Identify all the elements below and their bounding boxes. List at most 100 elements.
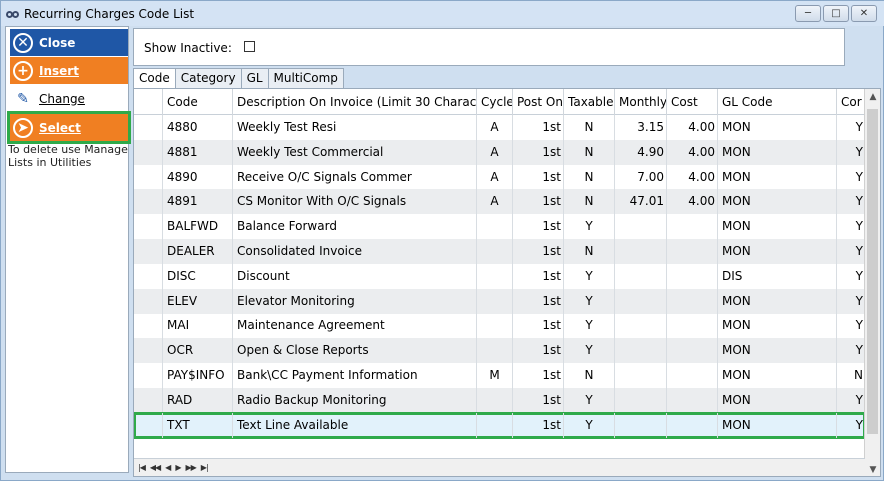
cost-cell xyxy=(666,313,717,339)
code-cell: DEALER xyxy=(162,239,232,264)
scroll-down-icon[interactable]: ▼ xyxy=(865,462,880,476)
table-row[interactable]: OCR Open & Close Reports 1st Y MON Y xyxy=(134,338,865,364)
grid-header: Code Description On Invoice (Limit 30 Ch… xyxy=(134,89,865,115)
column-header-gl-code[interactable]: GL Code xyxy=(717,89,836,115)
column-header-cor[interactable]: Cor xyxy=(836,89,865,115)
table-row[interactable]: DISC Discount 1st Y DIS Y xyxy=(134,263,865,289)
column-header-taxable[interactable]: Taxable xyxy=(563,89,614,115)
vertical-scrollbar[interactable]: ▲ ▼ xyxy=(864,89,880,476)
monthly-cell xyxy=(614,338,666,364)
description-cell: Bank\CC Payment Information xyxy=(232,363,476,388)
monthly-cell: 7.00 xyxy=(614,164,666,190)
next-record-icon[interactable]: ▶ xyxy=(175,463,181,472)
cost-cell xyxy=(666,239,717,264)
tab-multicomp[interactable]: MultiComp xyxy=(267,68,344,88)
column-header-cost[interactable]: Cost xyxy=(666,89,717,115)
gl-code-cell: MON xyxy=(717,313,836,339)
tab-category[interactable]: Category xyxy=(174,68,242,88)
prev-record-icon[interactable]: ◀ xyxy=(165,463,171,472)
post-on-cell: 1st xyxy=(512,189,563,215)
column-header-code[interactable]: Code xyxy=(162,89,232,115)
change-button[interactable]: ✎ Change xyxy=(10,85,128,112)
gl-code-cell: MON xyxy=(717,139,836,165)
gl-code-cell: DIS xyxy=(717,263,836,289)
codes-grid: Code Description On Invoice (Limit 30 Ch… xyxy=(133,88,881,477)
monthly-cell xyxy=(614,263,666,289)
post-on-cell: 1st xyxy=(512,214,563,240)
table-row[interactable]: BALFWD Balance Forward 1st Y MON Y xyxy=(134,214,865,240)
prev-page-icon[interactable]: ◀◀ xyxy=(150,463,161,472)
post-on-cell: 1st xyxy=(512,338,563,364)
minimize-button[interactable]: ─ xyxy=(795,5,821,22)
description-cell: Maintenance Agreement xyxy=(232,313,476,339)
monthly-cell: 47.01 xyxy=(614,189,666,215)
first-record-icon[interactable]: |◀ xyxy=(138,463,146,472)
table-row[interactable]: MAI Maintenance Agreement 1st Y MON Y xyxy=(134,313,865,339)
maximize-button[interactable]: □ xyxy=(823,5,849,22)
cor-cell: Y xyxy=(836,313,865,339)
table-row[interactable]: PAY$INFO Bank\CC Payment Information M 1st N… xyxy=(134,363,865,388)
plus-icon: + xyxy=(13,60,33,81)
taxable-cell: N xyxy=(563,189,614,215)
table-row[interactable]: 4890 Receive O/C Signals Commer A 1st N 7.00 4… xyxy=(134,164,865,190)
main-panel: Show Inactive: Code Category GL MultiCom… xyxy=(133,26,881,477)
cycle-cell: A xyxy=(476,164,512,190)
description-cell: Elevator Monitoring xyxy=(232,288,476,314)
tab-gl[interactable]: GL xyxy=(240,68,269,88)
cycle-cell: A xyxy=(476,139,512,165)
cor-cell: Y xyxy=(836,115,865,140)
code-cell: DISC xyxy=(162,263,232,289)
description-cell: Radio Backup Monitoring xyxy=(232,387,476,413)
code-cell: 4880 xyxy=(162,115,232,140)
table-row[interactable]: ELEV Elevator Monitoring 1st Y MON Y xyxy=(134,288,865,314)
cycle-cell xyxy=(476,263,512,289)
post-on-cell: 1st xyxy=(512,115,563,140)
last-record-icon[interactable]: ▶| xyxy=(201,463,209,472)
taxable-cell: Y xyxy=(563,338,614,364)
code-cell: BALFWD xyxy=(162,214,232,240)
taxable-cell: Y xyxy=(563,263,614,289)
table-row[interactable]: 4880 Weekly Test Resi A 1st N 3.15 4.00 MON Y xyxy=(134,115,865,140)
table-row[interactable]: 4891 CS Monitor With O/C Signals A 1st N 47.0… xyxy=(134,189,865,215)
tab-strip: Code Category GL MultiComp xyxy=(133,68,344,89)
close-window-button[interactable]: ✕ xyxy=(851,5,877,22)
column-header-post-on[interactable]: Post On xyxy=(512,89,563,115)
column-header-cycle[interactable]: Cycle xyxy=(476,89,512,115)
cycle-cell xyxy=(476,387,512,413)
table-row[interactable]: 4881 Weekly Test Commercial A 1st N 4.90 4.00 M… xyxy=(134,139,865,165)
cor-cell: N xyxy=(836,363,865,388)
select-button[interactable]: ➤ Select xyxy=(7,111,131,144)
post-on-cell: 1st xyxy=(512,387,563,413)
cor-cell: Y xyxy=(836,189,865,215)
post-on-cell: 1st xyxy=(512,313,563,339)
code-cell: TXT xyxy=(162,412,232,438)
monthly-cell: 3.15 xyxy=(614,115,666,140)
scroll-thumb[interactable] xyxy=(867,109,878,434)
table-row[interactable]: TXT Text Line Available 1st Y MON Y xyxy=(134,411,866,439)
code-cell: 4881 xyxy=(162,139,232,165)
cycle-cell: A xyxy=(476,115,512,140)
tab-code[interactable]: Code xyxy=(133,68,176,89)
taxable-cell: Y xyxy=(563,313,614,339)
taxable-cell: N xyxy=(563,164,614,190)
cycle-cell xyxy=(476,239,512,264)
taxable-cell: Y xyxy=(563,214,614,240)
show-inactive-checkbox[interactable] xyxy=(244,41,255,52)
column-header-description[interactable]: Description On Invoice (Limit 30 Charact… xyxy=(232,89,476,115)
scroll-up-icon[interactable]: ▲ xyxy=(865,89,880,105)
next-page-icon[interactable]: ▶▶ xyxy=(185,463,196,472)
insert-button[interactable]: + Insert xyxy=(10,57,128,84)
taxable-cell: Y xyxy=(563,288,614,314)
table-row[interactable]: DEALER Consolidated Invoice 1st N MON Y xyxy=(134,239,865,264)
table-row[interactable]: RAD Radio Backup Monitoring 1st Y MON Y xyxy=(134,387,865,413)
app-icon xyxy=(6,8,20,20)
code-cell: 4890 xyxy=(162,164,232,190)
description-cell: Weekly Test Commercial xyxy=(232,139,476,165)
taxable-cell: N xyxy=(563,363,614,388)
code-cell: ELEV xyxy=(162,288,232,314)
show-inactive-label: Show Inactive: xyxy=(144,41,232,55)
close-button[interactable]: ✕ Close xyxy=(10,29,128,56)
column-header-monthly[interactable]: Monthly xyxy=(614,89,666,115)
insert-label: Insert xyxy=(39,63,79,78)
code-cell: RAD xyxy=(162,387,232,413)
